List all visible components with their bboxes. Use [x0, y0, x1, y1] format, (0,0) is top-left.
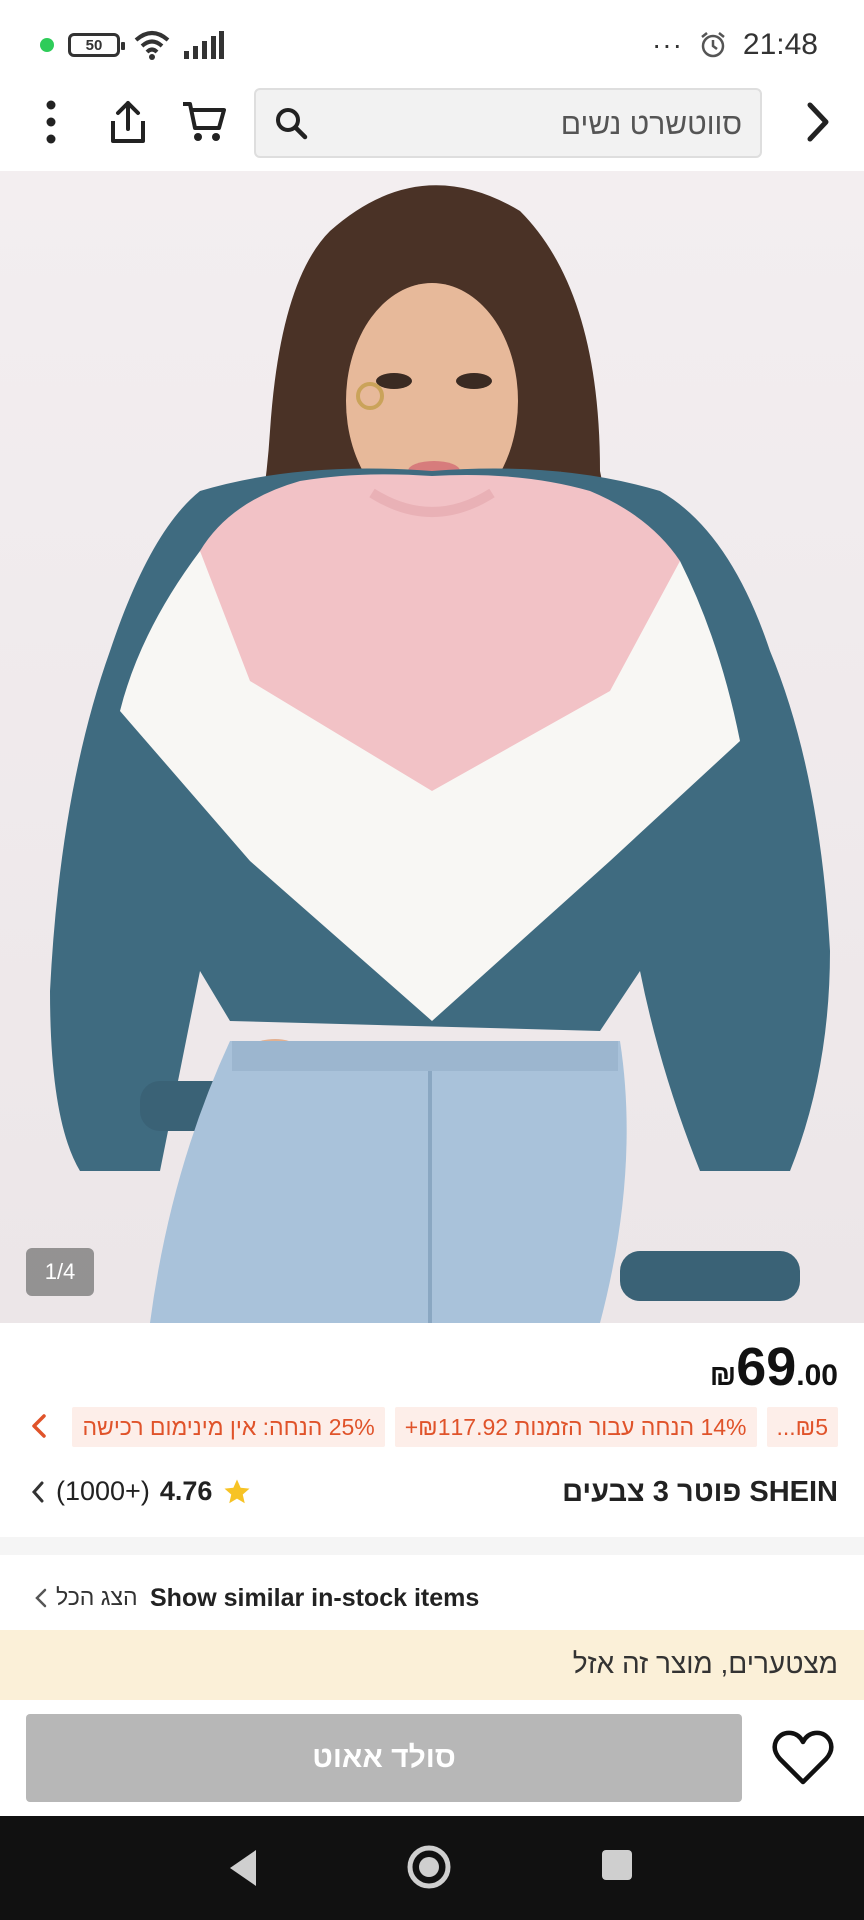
promo-chevron-icon[interactable]	[30, 1413, 48, 1444]
cart-icon[interactable]	[176, 92, 232, 152]
battery-icon: 50	[68, 33, 125, 57]
search-icon[interactable]	[274, 106, 308, 140]
system-nav-bar	[0, 1816, 864, 1920]
promo-tags[interactable]: 25% הנחה: אין מינימום רכישה 14% הנחה עבו…	[72, 1407, 838, 1447]
action-bar: סולד אאוט	[0, 1700, 864, 1816]
rating-summary[interactable]: (1000+) 4.76	[30, 1476, 252, 1507]
wifi-icon	[134, 31, 170, 60]
status-icons-left: 50	[40, 30, 224, 60]
price-currency: ₪	[709, 1359, 737, 1392]
view-all-link[interactable]: הצג הכל	[34, 1584, 138, 1611]
section-divider	[0, 1537, 864, 1555]
search-query: סווטשרט נשים	[560, 108, 742, 141]
product-price: ₪ 69 .00	[710, 1336, 838, 1398]
soldout-button[interactable]: סולד אאוט	[26, 1714, 742, 1802]
more-status-icon: ···	[651, 29, 683, 60]
notification-dot	[40, 38, 54, 52]
nav-back-icon[interactable]	[226, 1848, 260, 1888]
signal-icon	[184, 31, 224, 59]
soldout-message: מצטערים, מוצר זה אזל	[572, 1648, 838, 1679]
status-icons-right: ··· 21:48	[652, 28, 818, 62]
chevron-left-icon	[31, 1481, 44, 1502]
promo-tag[interactable]: 14% הנחה עבור הזמנות ₪117.92+	[394, 1407, 757, 1447]
nav-recents-icon[interactable]	[600, 1848, 634, 1882]
heart-icon[interactable]	[772, 1730, 834, 1791]
clock: 21:48	[742, 28, 818, 61]
soldout-banner: מצטערים, מוצר זה אזל	[0, 1630, 864, 1700]
review-count: (1000+)	[56, 1476, 150, 1506]
star-icon	[224, 1479, 250, 1503]
nav-home-icon[interactable]	[406, 1844, 452, 1890]
promo-tag[interactable]: 25% הנחה: אין מינימום רכישה	[72, 1407, 385, 1447]
product-title: SHEIN פוטר 3 צבעים	[562, 1476, 838, 1508]
price-integer: 69	[736, 1337, 797, 1397]
chevron-left-icon	[35, 1588, 47, 1607]
similar-items-row[interactable]: הצג הכל Show similar in-stock items	[0, 1570, 864, 1630]
more-vertical-icon[interactable]	[26, 94, 76, 150]
promo-tag[interactable]: ₪5...	[766, 1407, 838, 1447]
rating-value: 4.76	[159, 1476, 213, 1506]
status-bar: 50 ··· 21:48	[0, 0, 864, 80]
share-icon[interactable]	[100, 92, 156, 152]
battery-level: 50	[85, 36, 103, 54]
top-bar: סווטשרט נשים	[0, 84, 864, 164]
similar-items-label: Show similar in-stock items	[150, 1584, 480, 1612]
image-counter-text: 1/4	[44, 1259, 76, 1284]
product-image[interactable]	[0, 171, 864, 1323]
view-all-label: הצג הכל	[56, 1584, 138, 1610]
back-arrow-icon[interactable]	[790, 94, 846, 150]
price-decimal: .00	[796, 1359, 838, 1392]
product-photo	[0, 171, 864, 1323]
search-input[interactable]: סווטשרט נשים	[254, 88, 762, 158]
image-counter: 1/4	[26, 1248, 94, 1296]
alarm-icon	[701, 32, 725, 58]
